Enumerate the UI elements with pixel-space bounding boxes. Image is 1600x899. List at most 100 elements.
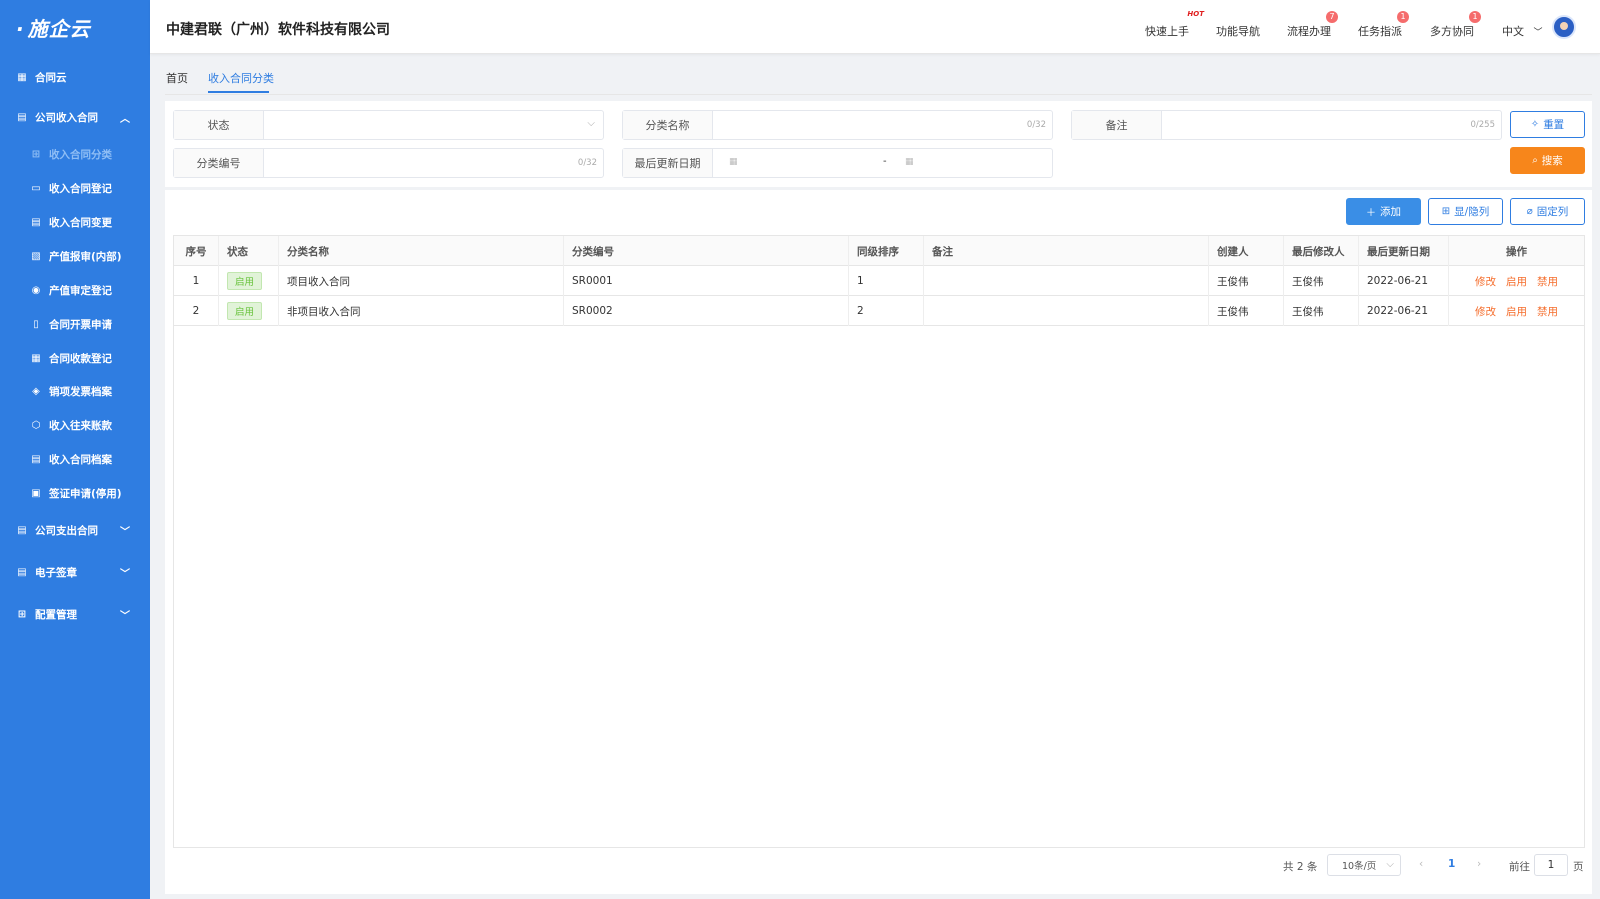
- contract-icon: ▤: [17, 524, 27, 536]
- chevron-down-icon: ﹀: [120, 568, 130, 580]
- sidebar-item-income-archive[interactable]: ▤ 收入合同档案: [0, 446, 150, 472]
- visa-icon: ▣: [31, 487, 41, 499]
- sidebar-item-output-invoice-archive[interactable]: ◈ 销项发票档案: [0, 378, 150, 404]
- nav-process[interactable]: 流程办理 7: [1287, 11, 1338, 39]
- add-button[interactable]: ＋ 添加: [1346, 198, 1421, 225]
- category-name-input[interactable]: 0/32: [713, 111, 1052, 139]
- sidebar-item-payment-register[interactable]: ▦ 合同收款登记: [0, 345, 150, 371]
- sidebar-group-config[interactable]: ⊞ 配置管理 ﹀: [0, 601, 150, 627]
- category-code-input[interactable]: 0/32: [264, 149, 603, 177]
- sidebar-item-label: 合同开票申请: [49, 318, 112, 331]
- col-header-date: 最后更新日期: [1359, 236, 1449, 266]
- tab-home[interactable]: 首页: [166, 70, 188, 86]
- sidebar-group-expense-contract[interactable]: ▤ 公司支出合同 ﹀: [0, 517, 150, 543]
- sidebar-item-invoice-apply[interactable]: ▯ 合同开票申请: [0, 311, 150, 337]
- cell-order: 1: [849, 266, 924, 296]
- next-page-icon[interactable]: ›: [1477, 858, 1481, 870]
- page-size-select[interactable]: 10条/页 ⌵: [1327, 854, 1401, 876]
- cell-actions: 修改 启用 禁用: [1449, 296, 1584, 326]
- col-header-order: 同级排序: [849, 236, 924, 266]
- category-name-label: 分类名称: [623, 111, 713, 139]
- table-row[interactable]: 2 启用 非项目收入合同 SR0002 2 王俊伟 王俊伟 2022-06-21…: [174, 296, 1584, 326]
- avatar[interactable]: [1552, 15, 1576, 39]
- edit-button[interactable]: 修改: [1475, 304, 1496, 319]
- top-header: 中建君联（广州）软件科技有限公司 快速上手 HOT 功能导航 流程办理 7 任务…: [150, 0, 1600, 54]
- category-code-field[interactable]: 分类编号 0/32: [173, 148, 604, 178]
- chevron-down-icon: ⌵: [1386, 859, 1394, 870]
- fix-columns-label: 固定列: [1536, 206, 1569, 218]
- register-icon: ▭: [31, 182, 41, 194]
- tab-income-category[interactable]: 收入合同分类: [208, 70, 274, 86]
- reset-button[interactable]: ✧ 重置: [1510, 111, 1585, 138]
- chevron-up-icon: ︿: [120, 113, 130, 125]
- disable-button[interactable]: 禁用: [1537, 274, 1558, 289]
- nav-label: 多方协同: [1430, 25, 1474, 38]
- page-number-current[interactable]: 1: [1448, 858, 1455, 870]
- disable-button[interactable]: 禁用: [1537, 304, 1558, 319]
- fix-columns-button[interactable]: ⌀ 固定列: [1510, 198, 1585, 225]
- box-icon: ⬡: [31, 419, 41, 431]
- goto-label: 前往: [1509, 860, 1530, 873]
- remark-field[interactable]: 备注 0/255: [1071, 110, 1502, 140]
- category-table: 序号 状态 分类名称 分类编号 同级排序 备注 创建人 最后修改人 最后更新日期…: [173, 235, 1585, 848]
- enable-button[interactable]: 启用: [1506, 274, 1527, 289]
- sidebar-item-income-accounts[interactable]: ⬡ 收入往来账款: [0, 412, 150, 438]
- plus-icon: ＋: [1366, 208, 1376, 219]
- logo[interactable]: 施企云: [0, 0, 150, 54]
- sidebar-item-income-category[interactable]: ⊞ 收入合同分类: [0, 141, 150, 167]
- update-date-range[interactable]: 最后更新日期 ▦ - ▦: [622, 148, 1053, 178]
- category-name-field[interactable]: 分类名称 0/32: [622, 110, 1053, 140]
- sidebar-item-contract-cloud[interactable]: ▦ 合同云: [0, 64, 150, 90]
- clipboard-icon: ▯: [33, 318, 39, 330]
- date-separator: -: [883, 156, 887, 167]
- cell-name: 非项目收入合同: [279, 296, 564, 326]
- toggle-columns-button[interactable]: ⊞ 显/隐列: [1428, 198, 1503, 225]
- nav-function-guide[interactable]: 功能导航: [1216, 23, 1260, 39]
- sidebar-item-visa-apply[interactable]: ▣ 签证申请(停用): [0, 480, 150, 506]
- chevron-down-icon: ﹀: [120, 526, 130, 538]
- sidebar-item-income-register[interactable]: ▭ 收入合同登记: [0, 175, 150, 201]
- active-tab-indicator: [208, 91, 269, 93]
- cell-creator: 王俊伟: [1209, 266, 1284, 296]
- goto-page-input[interactable]: 1: [1534, 854, 1568, 876]
- category-icon: ⊞: [31, 148, 41, 160]
- archive-icon: ▤: [31, 453, 41, 465]
- status-select[interactable]: 状态 ⌵: [173, 110, 604, 140]
- status-value[interactable]: ⌵: [264, 111, 603, 139]
- nav-collaboration[interactable]: 多方协同 1: [1430, 11, 1481, 39]
- cell-index: 2: [174, 296, 219, 326]
- cell-remark: [924, 266, 1209, 296]
- date-range-input[interactable]: ▦ - ▦: [713, 149, 1052, 177]
- nav-label: 功能导航: [1216, 25, 1260, 38]
- prev-page-icon[interactable]: ‹: [1419, 858, 1423, 870]
- remark-input[interactable]: 0/255: [1162, 111, 1501, 139]
- sidebar-group-label: 配置管理: [35, 608, 77, 621]
- contract-icon: ▤: [17, 111, 27, 123]
- notification-badge: 1: [1397, 11, 1409, 23]
- language-switch[interactable]: 中文 ﹀: [1502, 23, 1543, 39]
- search-panel: 状态 ⌵ 分类名称 0/32 备注 0/255 ✧ 重置 分类编号 0/32 最…: [165, 101, 1592, 187]
- enable-button[interactable]: 启用: [1506, 304, 1527, 319]
- sidebar-item-output-approve[interactable]: ◉ 产值审定登记: [0, 277, 150, 303]
- cell-index: 1: [174, 266, 219, 296]
- sidebar-item-income-change[interactable]: ▤ 收入合同变更: [0, 209, 150, 235]
- cell-modifier: 王俊伟: [1284, 266, 1359, 296]
- calendar-icon: ▦: [31, 352, 41, 364]
- chevron-down-icon: ⌵: [587, 118, 595, 129]
- notification-badge: 1: [1469, 11, 1481, 23]
- coin-icon: ◉: [31, 284, 41, 296]
- nav-quick-start[interactable]: 快速上手 HOT: [1145, 10, 1204, 39]
- sidebar-item-label: 合同收款登记: [49, 352, 112, 365]
- sidebar-item-output-review[interactable]: ▧ 产值报审(内部): [0, 243, 150, 269]
- nav-label: 快速上手: [1145, 25, 1189, 38]
- sidebar-group-e-signature[interactable]: ▤ 电子签章 ﹀: [0, 559, 150, 585]
- sidebar-group-income-contract[interactable]: ▤ 公司收入合同 ︿: [0, 104, 150, 130]
- edit-button[interactable]: 修改: [1475, 274, 1496, 289]
- col-header-index: 序号: [174, 236, 219, 266]
- cell-code: SR0001: [564, 266, 849, 296]
- char-counter: 0/255: [1470, 120, 1496, 130]
- table-row[interactable]: 1 启用 项目收入合同 SR0001 1 王俊伟 王俊伟 2022-06-21 …: [174, 266, 1584, 296]
- cell-modifier: 王俊伟: [1284, 296, 1359, 326]
- nav-task-assign[interactable]: 任务指派 1: [1358, 11, 1409, 39]
- search-button[interactable]: ⌕ 搜索: [1510, 147, 1585, 174]
